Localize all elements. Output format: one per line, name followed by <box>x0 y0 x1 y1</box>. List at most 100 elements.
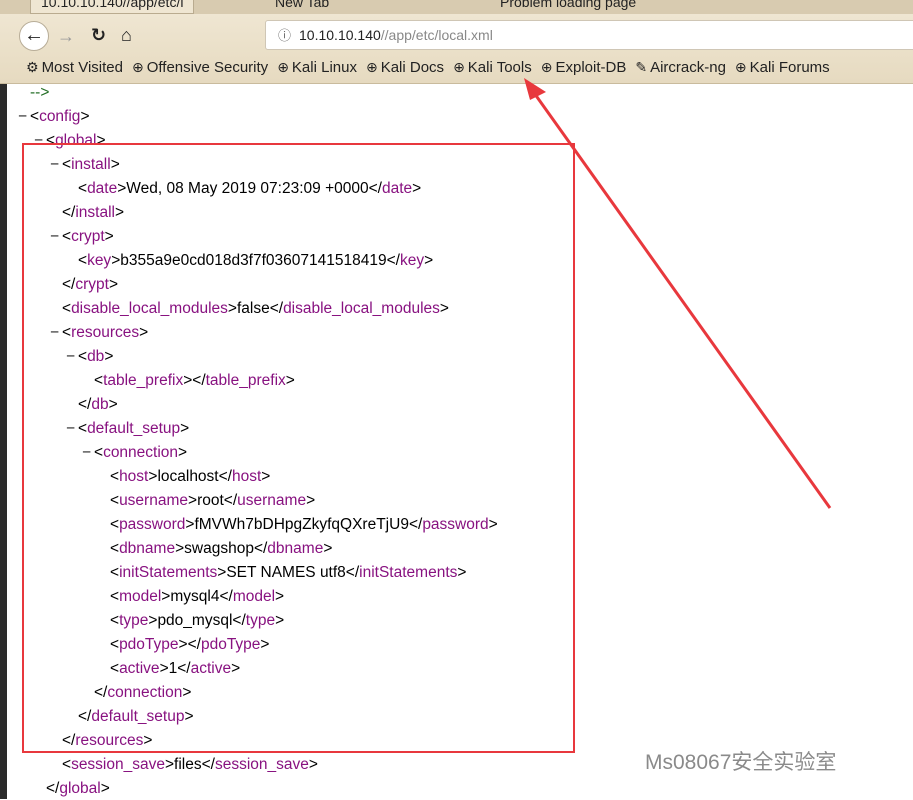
bookmark-label: Exploit-DB <box>555 59 627 76</box>
tag-name: host <box>119 468 149 485</box>
bracket: < <box>30 108 40 125</box>
forward-button[interactable]: → <box>57 26 75 46</box>
bookmark-most-visited[interactable]: ⚙ Most Visited <box>26 59 123 76</box>
tag-value: pdo_mysql <box>157 612 233 629</box>
tab-problem-loading[interactable]: Problem loading page <box>490 0 646 14</box>
tag-name: config <box>39 108 81 125</box>
bracket: < <box>62 300 72 317</box>
bracket: > <box>110 156 120 173</box>
collapse-toggle[interactable]: − <box>66 418 75 440</box>
xml-line-install: − <install> <box>50 154 120 176</box>
tag-name: connection <box>103 444 179 461</box>
bookmark-kali-forums[interactable]: ⊕ Kali Forums <box>735 59 830 76</box>
bracket: > <box>175 540 185 557</box>
xml-line-pdoType: <pdoType></pdoType> <box>110 634 269 656</box>
tab-local-xml[interactable]: 10.10.10.140//app/etc/l <box>30 0 195 14</box>
bookmark-kali-linux[interactable]: ⊕ Kali Linux <box>277 59 357 76</box>
tag-value: swagshop <box>184 540 254 557</box>
collapse-toggle[interactable]: − <box>18 106 27 128</box>
xml-line-global: − <global> <box>34 130 106 152</box>
tag-name: session_save <box>214 756 309 773</box>
tag-name: crypt <box>71 228 105 245</box>
bracket: > <box>96 132 106 149</box>
bracket: </ <box>223 492 238 509</box>
back-button[interactable]: ← <box>19 21 49 51</box>
bracket: < <box>62 324 72 341</box>
xml-line-comment: --> <box>30 82 49 104</box>
feather-icon: ✎ <box>635 59 648 75</box>
bracket: </ <box>94 684 108 701</box>
tag-name: disable_local_modules <box>71 300 228 317</box>
bookmark-offensive-security[interactable]: ⊕ Offensive Security <box>132 59 268 76</box>
tag-name: active <box>119 660 160 677</box>
tag-value: mysql4 <box>170 588 220 605</box>
bracket: < <box>110 564 120 581</box>
bracket: </ <box>219 588 233 605</box>
xml-line-dbname: <dbname>swagshop</dbname> <box>110 538 332 560</box>
url-bar[interactable]: ⓘ 10.10.10.140//app/etc/local.xml <box>265 20 913 50</box>
bracket: < <box>78 252 88 269</box>
bracket: > <box>164 756 175 773</box>
tag-name: host <box>231 468 262 485</box>
bracket: > <box>180 420 190 437</box>
info-icon[interactable]: ⓘ <box>278 28 291 43</box>
bracket: < <box>110 540 120 557</box>
xml-line-initStatements: <initStatements>SET NAMES utf8</initStat… <box>110 562 466 584</box>
tag-name: username <box>119 492 188 509</box>
bookmark-exploit-db[interactable]: ⊕ Exploit-DB <box>541 59 627 76</box>
tag-value: false <box>236 300 270 317</box>
collapse-toggle[interactable]: − <box>82 442 91 464</box>
tag-value: root <box>197 492 224 509</box>
collapse-toggle[interactable]: − <box>50 226 59 248</box>
bracket: </ <box>269 300 284 317</box>
tag-name: crypt <box>75 276 109 293</box>
bracket: > <box>143 732 153 749</box>
collapse-toggle[interactable]: − <box>50 322 59 344</box>
home-button[interactable]: ⌂ <box>121 25 132 45</box>
tab-new-tab[interactable]: New Tab <box>265 0 339 14</box>
bracket: < <box>62 156 72 173</box>
bracket: > <box>183 372 193 389</box>
navigation-toolbar: ← → ↻ ⌂ ⓘ 10.10.10.140//app/etc/local.xml… <box>0 14 913 84</box>
bracket: > <box>285 372 295 389</box>
bookmark-kali-tools[interactable]: ⊕ Kali Tools <box>453 59 532 76</box>
bookmark-label: Kali Docs <box>380 59 445 76</box>
bracket: < <box>110 612 120 629</box>
bookmark-label: Kali Linux <box>291 59 357 76</box>
tag-name: type <box>245 612 276 629</box>
tag-name: resources <box>75 732 144 749</box>
bracket: </ <box>78 396 92 413</box>
bracket: </ <box>192 372 206 389</box>
globe-icon: ⊕ <box>734 59 747 75</box>
bookmark-kali-docs[interactable]: ⊕ Kali Docs <box>366 59 444 76</box>
bracket: > <box>184 708 194 725</box>
bracket: < <box>110 492 120 509</box>
bracket: > <box>178 444 188 461</box>
tag-name: global <box>59 780 101 797</box>
tab-strip: 10.10.10.140//app/etc/l New Tab Problem … <box>0 0 913 14</box>
bracket: > <box>188 492 198 509</box>
bracket: > <box>104 348 114 365</box>
tag-name: initStatements <box>119 564 218 581</box>
tag-name: type <box>119 612 149 629</box>
bookmark-label: Aircrack-ng <box>650 59 726 76</box>
xml-line-disable_local_modules: <disable_local_modules>false</disable_lo… <box>62 298 449 320</box>
bracket: > <box>323 540 333 557</box>
reload-button[interactable]: ↻ <box>91 25 106 45</box>
bracket: < <box>110 660 120 677</box>
bracket: > <box>231 660 241 677</box>
collapse-toggle[interactable]: − <box>66 346 75 368</box>
xml-line-date: <date>Wed, 08 May 2019 07:23:09 +0000</d… <box>78 178 421 200</box>
xml-line-db: </db> <box>78 394 118 416</box>
bookmark-label: Kali Forums <box>749 59 830 76</box>
collapse-toggle[interactable]: − <box>34 130 43 152</box>
tag-name: default_setup <box>91 708 185 725</box>
bracket: </ <box>408 516 423 533</box>
gear-icon: ⚙ <box>26 59 39 75</box>
collapse-toggle[interactable]: − <box>50 154 59 176</box>
bookmark-aircrack-ng[interactable]: ✎ Aircrack-ng <box>635 59 726 76</box>
bracket: </ <box>345 564 360 581</box>
tag-name: session_save <box>71 756 165 773</box>
bracket: > <box>424 252 434 269</box>
tag-name: connection <box>107 684 183 701</box>
